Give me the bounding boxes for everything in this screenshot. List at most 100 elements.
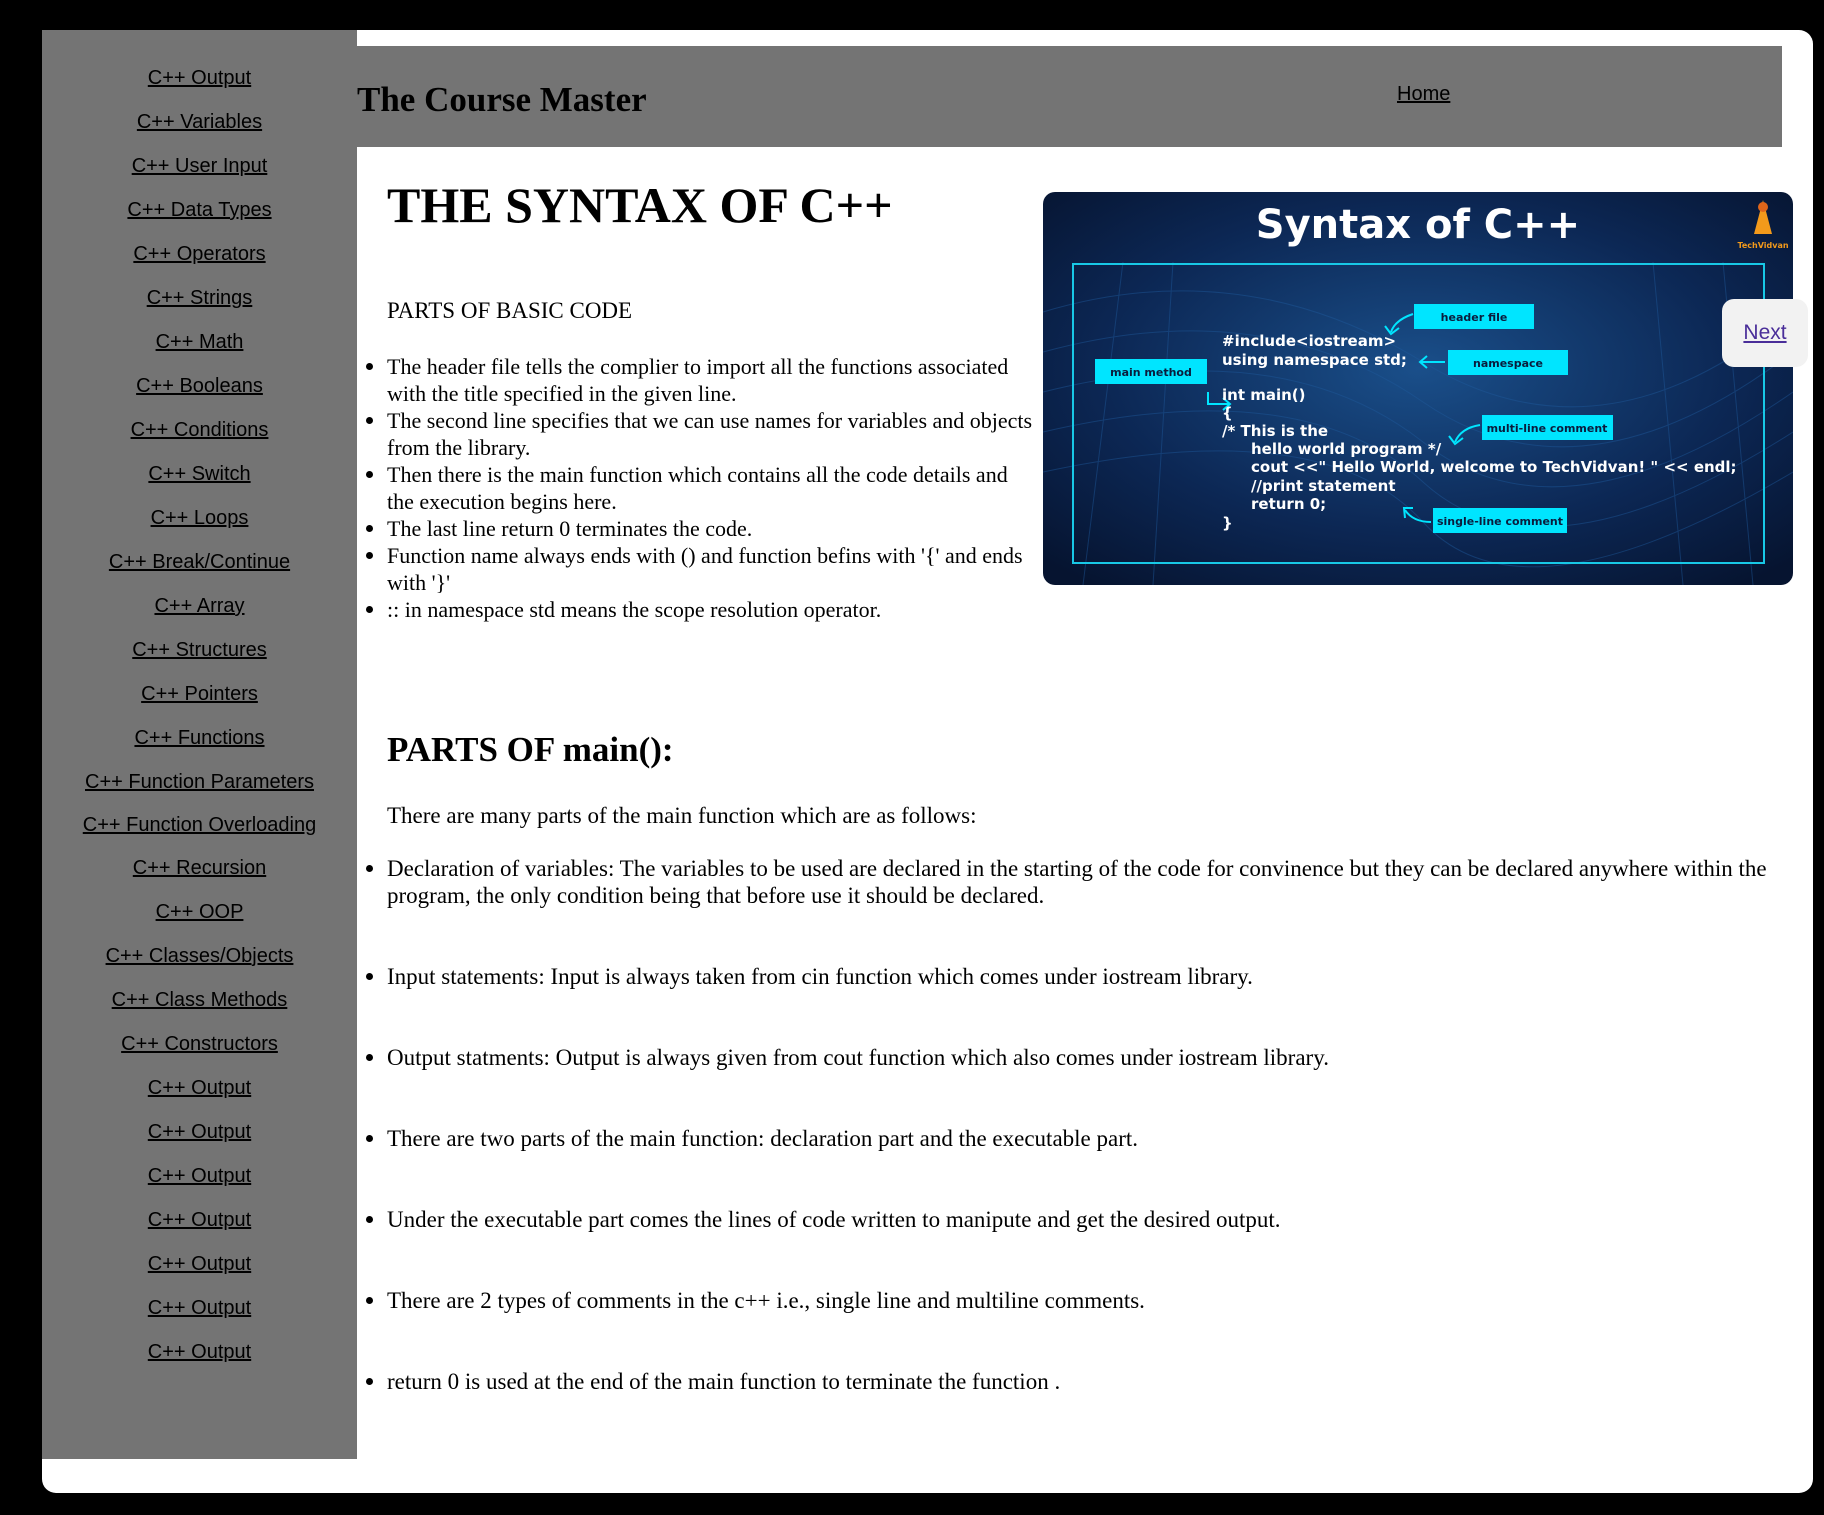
svg-text:main method: main method [1110, 366, 1192, 379]
sidebar-link[interactable]: C++ Data Types [127, 199, 271, 221]
main-parts-list: Declaration of variables: The variables … [366, 855, 1807, 1449]
syntax-diagram-image: Syntax of C++ TechVidvan header file nam… [1043, 192, 1793, 585]
sidebar-item: C++ Operators [42, 243, 357, 266]
sidebar-link[interactable]: C++ Output [148, 1077, 251, 1099]
sidebar-link[interactable]: C++ Switch [148, 463, 250, 485]
sidebar-link[interactable]: C++ Math [156, 331, 244, 353]
sidebar-item: C++ Data Types [42, 199, 357, 222]
list-item: :: in namespace std means the scope reso… [366, 596, 1037, 623]
sidebar-link[interactable]: C++ Output [148, 1253, 251, 1275]
sidebar-item: C++ Switch [42, 463, 357, 486]
sidebar-item: C++ Break/Continue [42, 551, 357, 574]
sidebar-link[interactable]: C++ Function Overloading [83, 814, 316, 836]
sidebar-item: C++ Output [42, 1121, 357, 1144]
list-item: There are two parts of the main function… [366, 1125, 1807, 1152]
sidebar-link[interactable]: C++ Output [148, 1341, 251, 1363]
list-item: Function name always ends with () and fu… [366, 542, 1037, 596]
image-title: Syntax of C++ [1256, 202, 1580, 248]
sidebar-link[interactable]: C++ Structures [132, 639, 267, 661]
sidebar-link[interactable]: C++ Array [154, 595, 244, 617]
sidebar-link[interactable]: C++ Functions [134, 727, 264, 749]
sidebar-item: C++ Strings [42, 287, 357, 310]
list-item: The header file tells the complier to im… [366, 353, 1037, 407]
sidebar-link[interactable]: C++ Output [148, 1209, 251, 1231]
list-item: Input statements: Input is always taken … [366, 963, 1807, 990]
list-item: return 0 is used at the end of the main … [366, 1368, 1807, 1395]
sidebar-link[interactable]: C++ Loops [151, 507, 249, 529]
sidebar-link[interactable]: C++ Operators [133, 243, 265, 265]
svg-text:cout <<" Hello World, welcome: cout <<" Hello World, welcome to TechVid… [1251, 458, 1737, 476]
image-background [1043, 192, 1793, 585]
top-bar: The Course Master Home [357, 46, 1782, 147]
basic-code-list: The header file tells the complier to im… [366, 353, 1037, 623]
sidebar-item: C++ Classes/Objects [42, 945, 357, 968]
sidebar-link[interactable]: C++ User Input [132, 155, 268, 177]
svg-text:}: } [1222, 514, 1233, 532]
list-item: The second line specifies that we can us… [366, 407, 1037, 461]
sidebar-item: C++ Functions [42, 727, 357, 750]
sidebar-item: C++ Output [42, 1297, 357, 1320]
sidebar-link[interactable]: C++ Booleans [136, 375, 263, 397]
sidebar-item: C++ Variables [42, 111, 357, 134]
parts-of-main-heading: PARTS OF main(): [387, 730, 674, 769]
list-item: Under the executable part comes the line… [366, 1206, 1807, 1233]
sidebar-link[interactable]: C++ Constructors [121, 1033, 278, 1055]
sidebar-link[interactable]: C++ OOP [156, 901, 244, 923]
sidebar-link[interactable]: C++ Classes/Objects [106, 945, 294, 967]
sidebar-item: C++ Function Overloading [42, 814, 357, 837]
next-link[interactable]: Next [1743, 321, 1786, 345]
page-title: THE SYNTAX OF C++ [387, 177, 893, 233]
home-link[interactable]: Home [1397, 83, 1450, 106]
svg-text:single-line comment: single-line comment [1437, 515, 1563, 528]
svg-text:{: { [1222, 404, 1233, 422]
sidebar-item: C++ Output [42, 1341, 357, 1364]
sidebar-link[interactable]: C++ Output [148, 67, 251, 89]
list-item: Then there is the main function which co… [366, 461, 1037, 515]
site-brand: The Course Master [357, 80, 647, 119]
sidebar-link[interactable]: C++ Strings [147, 287, 253, 309]
svg-text:int main(): int main() [1222, 386, 1306, 404]
svg-text:#include<iostream>: #include<iostream> [1222, 332, 1396, 350]
svg-text:using namespace std;: using namespace std; [1222, 351, 1407, 369]
list-item: Declaration of variables: The variables … [366, 855, 1807, 909]
sidebar-item: C++ Math [42, 331, 357, 354]
next-button[interactable]: Next [1722, 299, 1808, 367]
svg-text://print statement: //print statement [1251, 477, 1396, 495]
sidebar-item: C++ Loops [42, 507, 357, 530]
sidebar-link[interactable]: C++ Output [148, 1297, 251, 1319]
browser-window: C++ Output C++ Variables C++ User Input C++… [42, 30, 1813, 1493]
svg-text:hello world program */: hello world program */ [1251, 440, 1442, 458]
sidebar-item: C++ Output [42, 67, 357, 90]
svg-text:TechVidvan: TechVidvan [1737, 241, 1788, 250]
list-item: Output statments: Output is always given… [366, 1044, 1807, 1071]
svg-text:multi-line comment: multi-line comment [1487, 422, 1608, 435]
sidebar-item: C++ OOP [42, 901, 357, 924]
sidebar-item: C++ Output [42, 1253, 357, 1276]
list-item: The last line return 0 terminates the co… [366, 515, 1037, 542]
sidebar-list: C++ Output C++ Variables C++ User Input C++… [42, 67, 357, 1364]
sidebar-item: C++ Conditions [42, 419, 357, 442]
parts-of-basic-code-heading: PARTS OF BASIC CODE [387, 298, 633, 323]
sidebar-item: C++ Pointers [42, 683, 357, 706]
sidebar-link[interactable]: C++ Variables [137, 111, 262, 133]
sidebar-link[interactable]: C++ Break/Continue [109, 551, 290, 573]
sidebar-item: C++ Function Parameters [42, 771, 357, 794]
sidebar: C++ Output C++ Variables C++ User Input C++… [42, 30, 357, 1459]
sidebar-link[interactable]: C++ Output [148, 1121, 251, 1143]
svg-text:/* This is the: /* This is the [1222, 422, 1328, 440]
main-intro-text: There are many parts of the main functio… [387, 803, 977, 828]
sidebar-item: C++ User Input [42, 155, 357, 178]
sidebar-link[interactable]: C++ Function Parameters [85, 771, 314, 793]
svg-text:header file: header file [1441, 311, 1508, 324]
sidebar-link[interactable]: C++ Conditions [131, 419, 269, 441]
sidebar-item: C++ Output [42, 1077, 357, 1100]
sidebar-link[interactable]: C++ Output [148, 1165, 251, 1187]
sidebar-link[interactable]: C++ Recursion [133, 857, 266, 879]
sidebar-item: C++ Structures [42, 639, 357, 662]
sidebar-item: C++ Output [42, 1209, 357, 1232]
sidebar-item: C++ Booleans [42, 375, 357, 398]
sidebar-link[interactable]: C++ Class Methods [112, 989, 288, 1011]
sidebar-link[interactable]: C++ Pointers [141, 683, 258, 705]
sidebar-item: C++ Output [42, 1165, 357, 1188]
list-item: There are 2 types of comments in the c++… [366, 1287, 1807, 1314]
